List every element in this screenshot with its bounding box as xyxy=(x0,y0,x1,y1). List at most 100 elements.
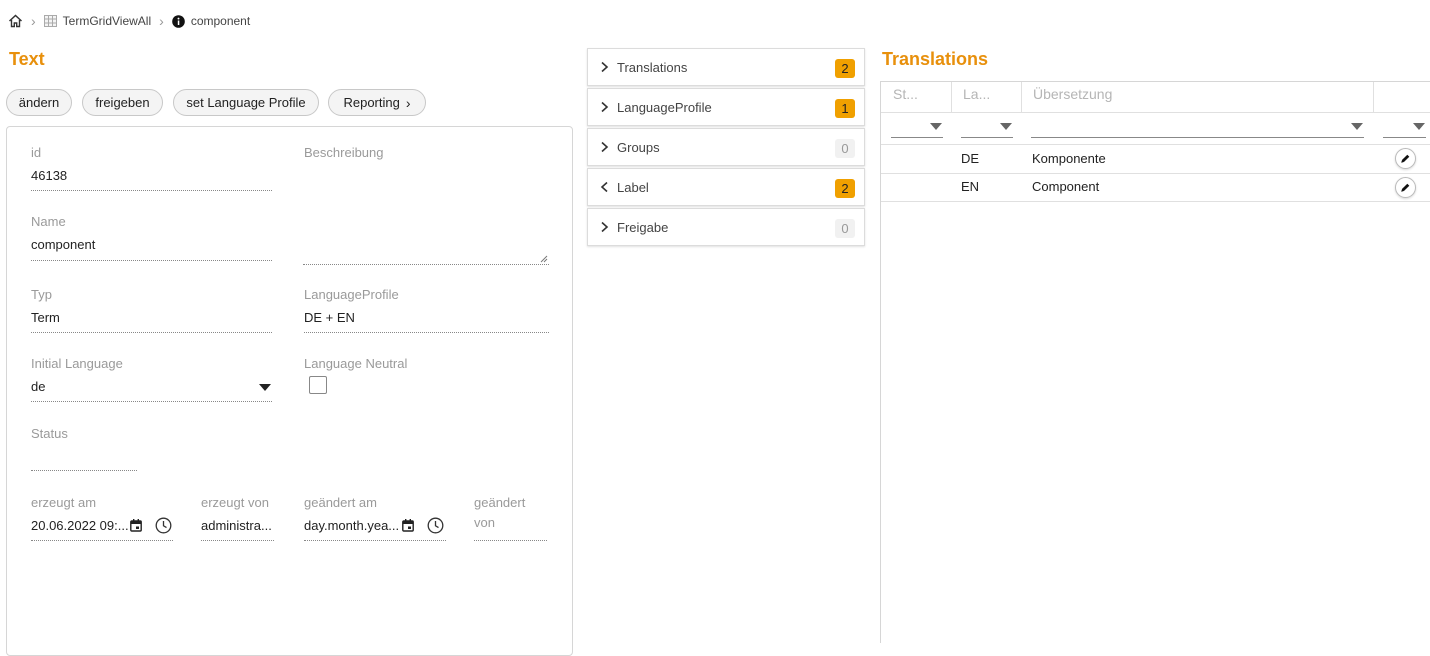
status-underline xyxy=(31,470,137,471)
language-neutral-label: Language Neutral xyxy=(304,356,408,371)
breadcrumb: › TermGridViewAll › component xyxy=(8,11,250,31)
accordion-label-section[interactable]: Label 2 xyxy=(587,168,865,206)
chevron-right-icon xyxy=(600,221,609,233)
column-header-status[interactable]: St... xyxy=(893,86,918,102)
created-by-underline xyxy=(201,540,274,541)
type-label: Typ xyxy=(31,287,52,302)
language-profile-underline xyxy=(304,332,549,333)
accordion-release[interactable]: Freigabe 0 xyxy=(587,208,865,246)
breadcrumb-item-grid[interactable]: TermGridViewAll xyxy=(43,14,152,28)
language-cell: EN xyxy=(961,179,980,194)
language-profile-value: DE + EN xyxy=(304,310,355,325)
column-separator xyxy=(1373,82,1374,112)
changed-by-label-line1: geändert xyxy=(474,495,526,510)
language-neutral-checkbox[interactable] xyxy=(309,376,327,394)
translation-filter-select[interactable] xyxy=(1031,116,1364,138)
count-badge: 0 xyxy=(835,139,855,158)
status-label: Status xyxy=(31,426,68,441)
accordion-language-profile[interactable]: LanguageProfile 1 xyxy=(587,88,865,126)
language-cell: DE xyxy=(961,151,980,166)
chevron-right-icon: › xyxy=(405,94,411,111)
table-row[interactable]: EN Component xyxy=(881,174,1430,201)
description-underline xyxy=(303,264,549,265)
dropdown-arrow-icon xyxy=(930,123,942,130)
type-value: Term xyxy=(31,310,60,325)
accordion-label: Groups xyxy=(617,139,660,155)
release-button-label: freigeben xyxy=(95,95,150,110)
pencil-icon xyxy=(1401,183,1410,192)
column-separator xyxy=(1021,82,1022,112)
table-row[interactable]: DE Komponente xyxy=(881,145,1430,173)
initial-language-label: Initial Language xyxy=(31,356,123,371)
chevron-left-icon xyxy=(600,181,609,193)
clock-icon[interactable] xyxy=(155,517,172,537)
dropdown-arrow-icon xyxy=(1351,123,1363,130)
calendar-icon[interactable] xyxy=(130,519,142,535)
accordion-translations[interactable]: Translations 2 xyxy=(587,48,865,86)
count-badge: 2 xyxy=(835,179,855,198)
breadcrumb-label: TermGridViewAll xyxy=(62,14,152,28)
dropdown-arrow-icon xyxy=(1000,123,1012,130)
breadcrumb-label: component xyxy=(190,14,251,28)
breadcrumb-separator: › xyxy=(159,13,164,29)
created-at-underline xyxy=(31,540,173,541)
changed-at-value[interactable]: day.month.yea... xyxy=(304,518,399,533)
dropdown-arrow-icon xyxy=(1413,123,1425,130)
column-header-translation[interactable]: Übersetzung xyxy=(1033,86,1112,102)
header-divider xyxy=(881,112,1430,113)
name-underline xyxy=(31,260,272,261)
initial-language-value: de xyxy=(31,379,46,394)
release-button[interactable]: freigeben xyxy=(82,89,163,116)
section-title-text: Text xyxy=(9,49,45,69)
created-at-value[interactable]: 20.06.2022 09:... xyxy=(31,518,129,533)
home-icon[interactable] xyxy=(8,14,23,28)
accordion-label: Freigabe xyxy=(617,219,669,235)
changed-by-label-line2: von xyxy=(474,515,495,530)
edit-button[interactable] xyxy=(1395,177,1416,198)
edit-button[interactable] xyxy=(1395,148,1416,169)
accordion-label: Label xyxy=(617,179,649,195)
status-filter-select[interactable] xyxy=(891,116,943,138)
translation-cell: Component xyxy=(1032,179,1100,194)
name-label: Name xyxy=(31,214,66,229)
language-filter-select[interactable] xyxy=(961,116,1013,138)
calendar-icon[interactable] xyxy=(402,519,414,535)
set-language-profile-label: set Language Profile xyxy=(186,95,306,110)
changed-at-underline xyxy=(304,540,446,541)
resize-handle-icon[interactable] xyxy=(540,255,548,263)
chevron-right-icon xyxy=(600,101,609,113)
created-by-label: erzeugt von xyxy=(201,495,269,510)
change-button[interactable]: ändern xyxy=(6,89,72,116)
table-icon xyxy=(43,15,57,27)
column-separator xyxy=(951,82,952,112)
dropdown-arrow-icon xyxy=(259,384,271,391)
chevron-right-icon xyxy=(600,141,609,153)
chevron-right-icon xyxy=(600,61,609,73)
count-badge: 1 xyxy=(835,99,855,118)
breadcrumb-separator: › xyxy=(31,13,36,29)
accordion-label: LanguageProfile xyxy=(617,99,712,115)
clock-icon[interactable] xyxy=(427,517,444,537)
change-button-label: ändern xyxy=(18,95,60,110)
id-underline xyxy=(31,190,272,191)
column-header-language[interactable]: La... xyxy=(963,86,990,102)
created-by-value: administra... xyxy=(201,518,272,533)
row-divider xyxy=(881,201,1430,202)
name-field[interactable]: component xyxy=(31,237,95,252)
created-at-label: erzeugt am xyxy=(31,495,97,510)
changed-by-underline xyxy=(474,540,547,541)
initial-language-select[interactable]: de xyxy=(31,377,272,402)
id-label: id xyxy=(31,145,42,160)
type-underline xyxy=(31,332,272,333)
language-profile-label: LanguageProfile xyxy=(304,287,399,302)
reporting-button[interactable]: Reporting › xyxy=(328,89,426,116)
accordion-label: Translations xyxy=(617,59,688,75)
translations-grid: St... La... Übersetzung DE Komponente EN… xyxy=(880,81,1430,643)
accordion-groups[interactable]: Groups 0 xyxy=(587,128,865,166)
set-language-profile-button[interactable]: set Language Profile xyxy=(173,89,319,116)
id-value: 46138 xyxy=(31,168,68,183)
reporting-button-label: Reporting xyxy=(343,95,400,110)
count-badge: 0 xyxy=(835,219,855,238)
description-textarea[interactable] xyxy=(303,165,549,265)
actions-filter-select[interactable] xyxy=(1383,116,1426,138)
